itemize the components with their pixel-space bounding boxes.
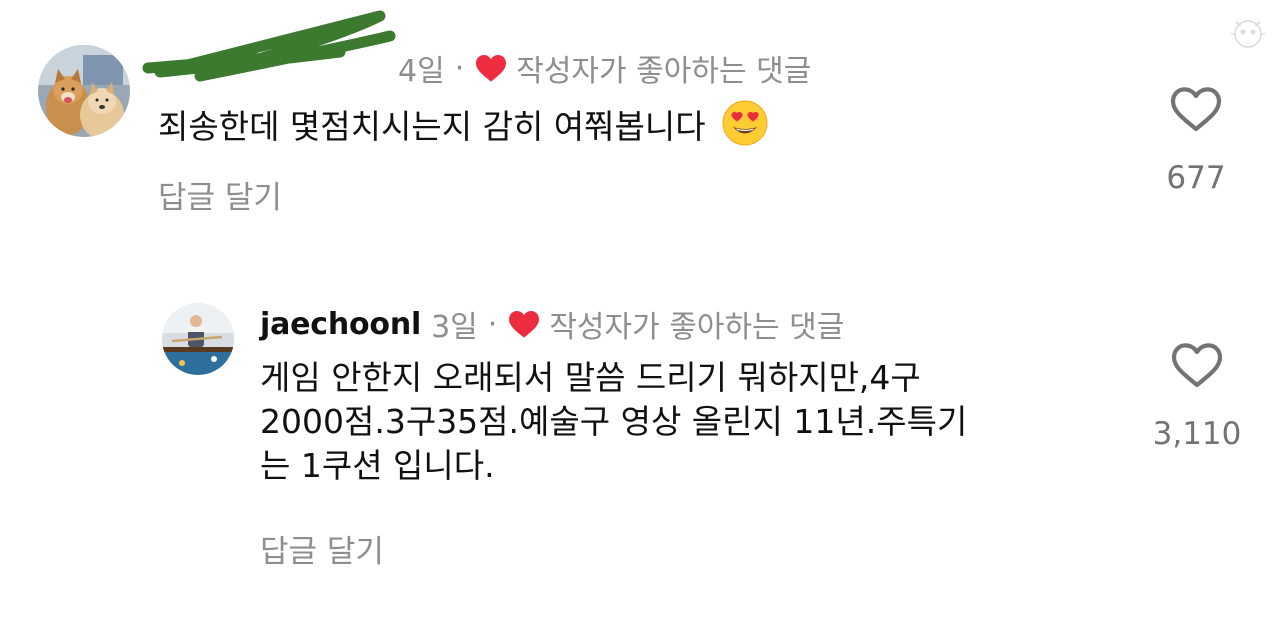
reply-button[interactable]: 답글 달기 [158,172,282,217]
reply-button[interactable]: 답글 달기 [260,526,384,571]
watermark-mascot-icon [1231,20,1265,48]
timestamp: 3일 [431,310,478,345]
username[interactable]: jaechoonl [260,307,421,342]
redaction-scribble [142,10,396,82]
separator-dot: · [487,306,498,342]
avatar[interactable] [162,303,234,375]
like-count: 677 [1166,160,1226,196]
like-count: 3,110 [1152,416,1242,452]
comment-text: 죄송한데 몇점치시는지 감히 여쭤봅니다 [158,100,768,157]
dogs-photo-avatar-icon [38,45,130,137]
heart-outline-icon[interactable] [1171,342,1223,392]
filled-heart-icon [474,53,508,83]
comment-text-line: 2000점.3구35점.예술구 영상 올린지 11년.주특기 [260,402,968,441]
like-column: 677 [1160,86,1232,196]
billiards-player-avatar-icon [162,303,234,375]
comment-text-content: 죄송한데 몇점치시는지 감히 여쭤봅니다 [158,107,706,146]
comment-meta: jaechoonl 3일 · 작성자가 좋아하는 댓글 [260,302,844,346]
author-liked-label: 작성자가 좋아하는 댓글 [516,54,812,89]
avatar[interactable] [38,45,130,137]
comment-text-line: 는 1쿠션 입니다. [260,446,495,485]
comment-text-line: 게임 안한지 오래되서 말씀 드리기 뭐하지만,4구 [260,358,921,397]
separator-dot: · [454,50,465,86]
filled-heart-icon [507,309,541,339]
like-column: 3,110 [1146,342,1248,452]
timestamp: 4일 [398,54,445,89]
comment-text: 게임 안한지 오래되서 말씀 드리기 뭐하지만,4구 2000점.3구35점.예… [260,356,967,488]
author-liked-label: 작성자가 좋아하는 댓글 [549,310,845,345]
watermark-logo [1228,14,1268,54]
heart-eyes-emoji-icon [722,100,768,157]
heart-outline-icon[interactable] [1170,86,1222,136]
